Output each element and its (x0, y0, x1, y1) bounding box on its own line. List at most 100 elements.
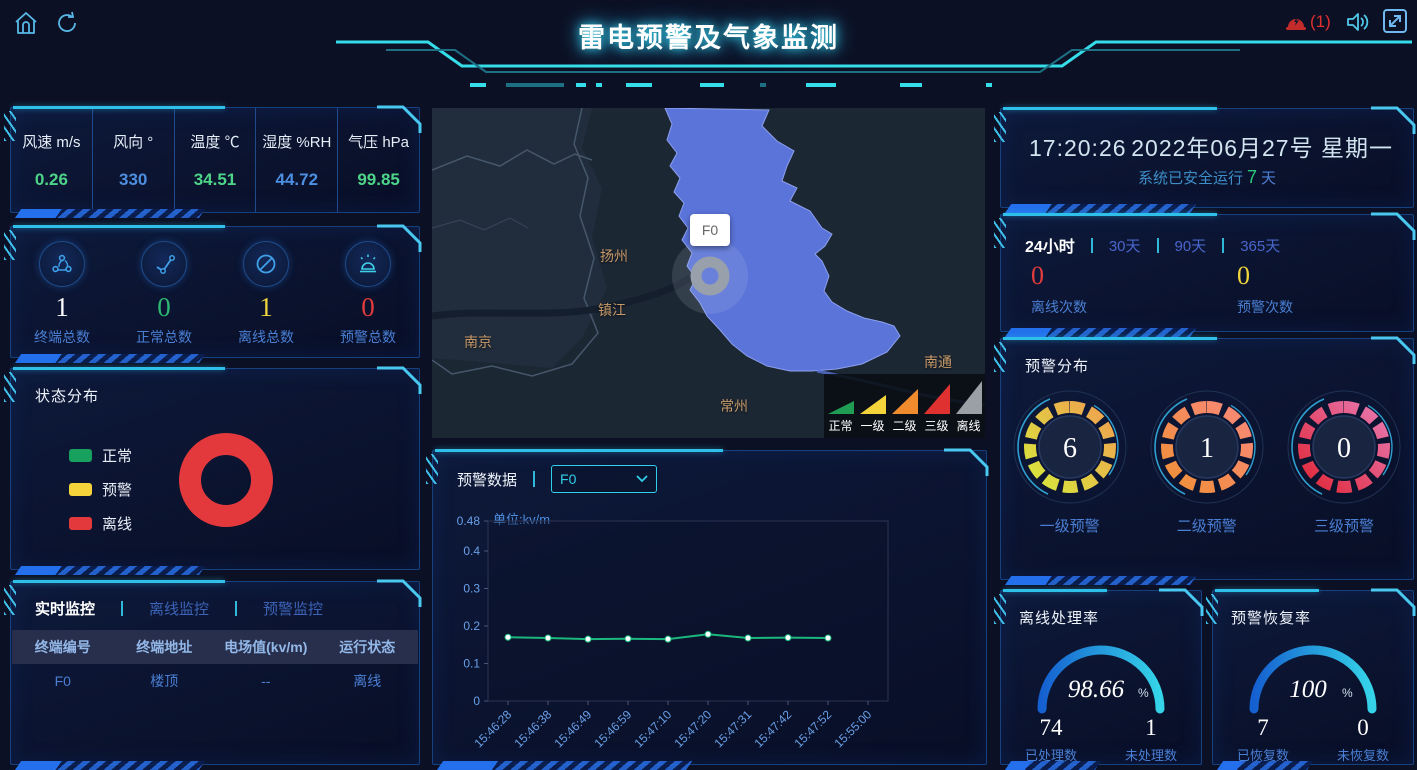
warning-count-stat: 0 预警次数 (1207, 261, 1413, 317)
city-label: 南通 (924, 352, 952, 372)
panel-decoration (435, 449, 723, 452)
gauge-level1: 6 一级预警 (1001, 385, 1138, 536)
offline-slash-icon (243, 241, 289, 287)
cell-field-value: -- (215, 673, 317, 689)
tab-warning-monitor[interactable]: 预警监控 (263, 598, 323, 619)
svg-text:15:47:10: 15:47:10 (631, 707, 674, 750)
legend-label: 正常 (102, 445, 132, 466)
map-legend: 正常 一级 二级 三级 离线 (824, 374, 985, 438)
recover-rate-panel: 预警恢复率 100 % 7已恢复数 0未恢复数 (1212, 590, 1414, 765)
tab-separator (1222, 238, 1224, 253)
total-label: 终端总数 (34, 327, 90, 347)
map-legend-item: 一级 (858, 380, 887, 434)
tab-30d[interactable]: 30天 (1109, 235, 1141, 256)
weather-metric: 风速 m/s0.26 (11, 108, 93, 212)
cell-terminal-id: F0 (12, 673, 114, 689)
table-row[interactable]: F0 楼顶 -- 离线 (12, 664, 418, 698)
unhandled-label: 未处理数 (1101, 745, 1201, 764)
panel-decoration (13, 580, 225, 583)
panel-decoration (994, 594, 1006, 624)
gauge-level3: 0 三级预警 (1275, 385, 1412, 536)
recover-rate-gauge: 100 % (1238, 635, 1388, 715)
panel-title: 离线处理率 (1019, 607, 1099, 628)
legend-swatch-offline (69, 517, 92, 530)
city-label: 南京 (464, 332, 492, 352)
panel-decoration (376, 579, 422, 607)
tab-24h[interactable]: 24小时 (1025, 233, 1075, 257)
map-legend-label: 离线 (956, 417, 980, 434)
tab-separator (235, 601, 237, 616)
rate-percent-sign: % (1342, 686, 1353, 700)
tab-offline-monitor[interactable]: 离线监控 (149, 598, 209, 619)
total-value: 0 (157, 294, 171, 320)
column-header: 终端编号 (12, 637, 114, 657)
panel-title: 预警分布 (1025, 355, 1089, 376)
svg-text:0.48: 0.48 (457, 514, 481, 528)
weather-metric: 风向 ° 330 (93, 108, 175, 212)
legend-item: 正常 (69, 445, 132, 466)
tab-365d[interactable]: 365天 (1240, 235, 1280, 256)
svg-text:15:47:20: 15:47:20 (671, 707, 714, 750)
svg-text:15:46:28: 15:46:28 (471, 707, 514, 750)
panel-decoration (1003, 107, 1217, 110)
cell-terminal-addr: 楼顶 (114, 671, 216, 691)
legend-wedge-offline (956, 381, 982, 414)
unrecovered-value: 0 (1313, 715, 1413, 741)
city-label: 镇江 (598, 300, 626, 320)
panel-decoration (994, 218, 1006, 248)
column-header: 终端地址 (114, 637, 216, 657)
period-tabs: 24小时 30天 90天 365天 (1025, 233, 1280, 257)
tab-90d[interactable]: 90天 (1175, 235, 1207, 256)
cell-run-state: 离线 (317, 671, 419, 691)
map-legend-label: 一级 (860, 417, 884, 434)
handled-stat: 74已处理数 (1001, 715, 1101, 764)
offline-count-value: 0 (1031, 261, 1207, 291)
svg-text:0.2: 0.2 (463, 619, 480, 633)
title-decoration (0, 0, 1417, 96)
status-legend: 正常 预警 离线 (69, 445, 132, 547)
weather-metric: 气压 hPa 99.85 (338, 108, 419, 212)
panel-decoration (1370, 588, 1416, 616)
panel-decoration (376, 366, 422, 394)
offline-rate-panel: 离线处理率 98.66 % 74已处理数 1 未处理数 (1000, 590, 1202, 765)
panel-title: 状态分布 (35, 385, 99, 406)
map-canvas[interactable]: 扬州 镇江 南京 常州 南通 F0 正常 一级 二级 三级 离线 (432, 108, 985, 438)
city-label: 扬州 (600, 246, 628, 266)
map-legend-label: 正常 (828, 417, 852, 434)
metric-label: 风向 ° (113, 131, 153, 152)
warning-line-chart: 00.10.20.30.40.4815:46:2815:46:3815:46:4… (433, 461, 986, 761)
metric-label: 气压 hPa (348, 131, 409, 152)
weather-metric: 温度 ℃34.51 (175, 108, 257, 212)
panel-decoration (4, 585, 16, 615)
legend-swatch-warning (69, 483, 92, 496)
svg-text:0.4: 0.4 (463, 544, 480, 558)
total-item: 0 预警总数 (317, 241, 419, 357)
panel-decoration (1003, 589, 1107, 592)
map-legend-label: 二级 (892, 417, 916, 434)
warning-distribution-panel: 预警分布 6 一级预警 1 二级预警 (1000, 338, 1414, 580)
weather-panel: 风速 m/s0.26 风向 ° 330 温度 ℃34.51 湿度 %RH44.72… (10, 107, 420, 213)
map-legend-item: 离线 (954, 380, 983, 434)
svg-text:0: 0 (473, 694, 480, 708)
table-header: 终端编号 终端地址 电场值(kv/m) 运行状态 (12, 630, 418, 664)
monitor-tabs: 实时监控 离线监控 预警监控 (35, 598, 323, 619)
legend-wedge-normal (828, 401, 854, 414)
terminal-nodes-icon (39, 241, 85, 287)
map-legend-item: 二级 (890, 380, 919, 434)
legend-swatch-normal (69, 449, 92, 462)
panel-title: 预警恢复率 (1231, 607, 1311, 628)
metric-value: 99.85 (357, 170, 400, 190)
panel-decoration (1370, 336, 1416, 364)
totals-panel: 1 终端总数 0 正常总数 1 离线总数 0 预警总数 (10, 226, 420, 358)
rate-percent-sign: % (1138, 686, 1149, 700)
handled-value: 74 (1001, 715, 1101, 741)
legend-wedge-level3 (924, 384, 950, 414)
gauge-ring: 6 (1008, 385, 1132, 509)
metric-value: 330 (119, 170, 147, 190)
offline-rate-gauge: 98.66 % (1026, 635, 1176, 715)
tab-realtime-monitor[interactable]: 实时监控 (35, 598, 95, 619)
weather-metric: 湿度 %RH44.72 (256, 108, 338, 212)
recovered-stat: 7已恢复数 (1213, 715, 1313, 764)
unhandled-value: 1 (1101, 715, 1201, 741)
gauge-ring: 1 (1145, 385, 1269, 509)
